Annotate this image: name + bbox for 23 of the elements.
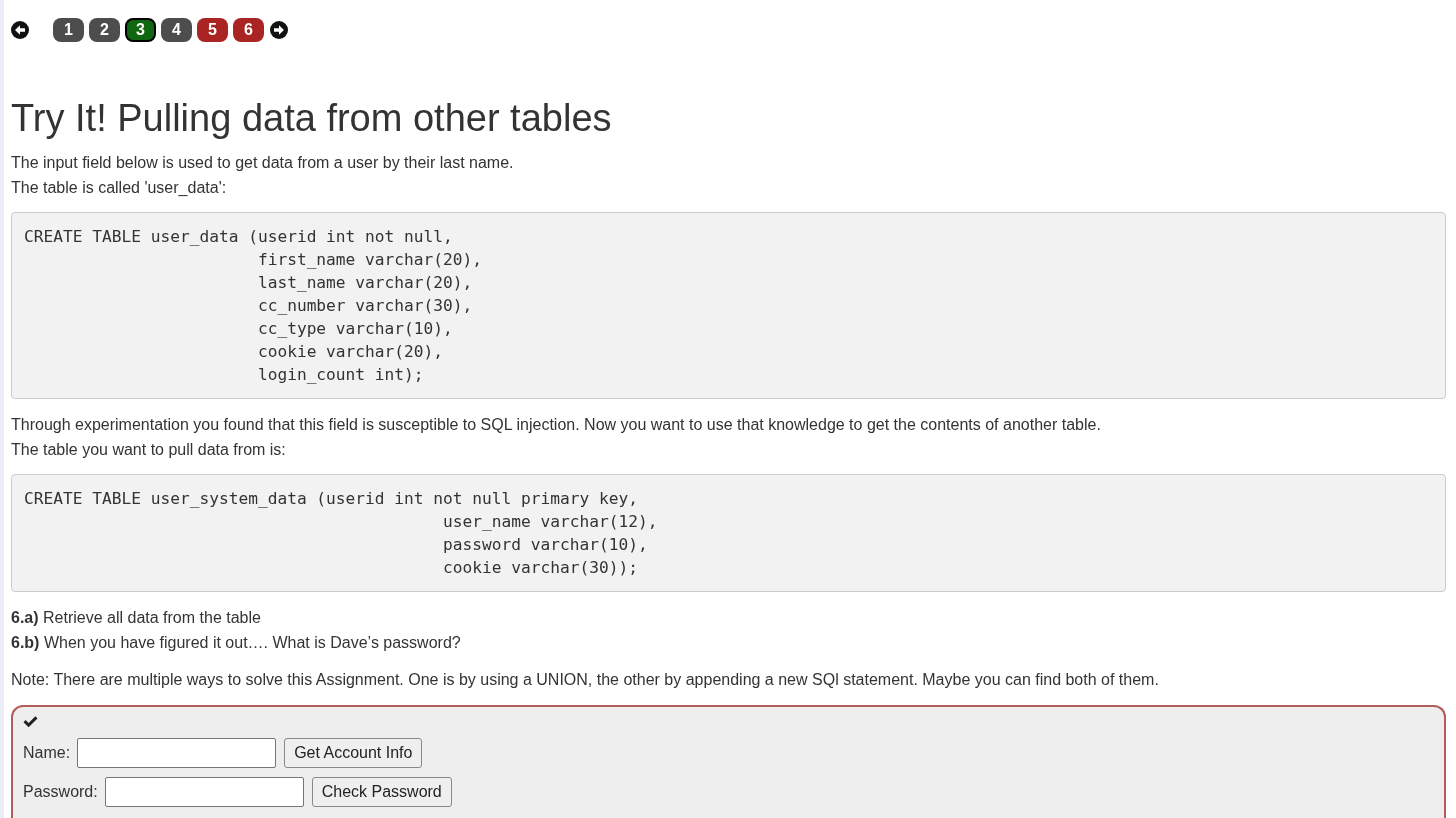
page-button[interactable]: 6 [233, 18, 264, 42]
input-field[interactable] [77, 737, 277, 768]
code-block: CREATE TABLE user_data (userid int not null, first_name varchar(20), last_name varchar(20), cc_number varchar(30), cc_type varchar(10), cookie varchar(20), login_count int); [11, 212, 1446, 399]
page-button[interactable]: 4 [161, 18, 192, 42]
page-button[interactable]: 2 [89, 18, 120, 42]
page-button[interactable]: 1 [53, 18, 84, 42]
note-text: Note: There are multiple ways to solve this Assignment. One is by using a UNION, the other by appending a new SQl statement. Maybe you can find both of them. [11, 670, 1160, 690]
check-icon [23, 715, 38, 728]
code-block: CREATE TABLE user_system_data (userid int not null primary key, user_name varchar(12), password varchar(10), cookie varchar(30)); [11, 474, 1446, 592]
task-text: 6.b) When you have figured it out…. What is Dave’s password? [11, 633, 462, 653]
page-button[interactable]: 5 [197, 18, 228, 42]
field-label: Name: [23, 743, 71, 763]
task-text: 6.a) Retrieve all data from the table [11, 608, 262, 628]
field-label: Password: [23, 782, 98, 802]
intro-text: The input field below is used to get data from a user by their last name. [11, 153, 515, 173]
page-heading: Try It! Pulling data from other tables [11, 96, 613, 141]
input-field[interactable] [104, 776, 304, 807]
form-button[interactable]: Get Account Info [284, 737, 423, 768]
intro-text: The table is called 'user_data': [11, 178, 228, 198]
description-text: The table you want to pull data from is: [11, 440, 287, 460]
form-button[interactable]: Check Password [311, 776, 452, 807]
description-text: Through experimentation you found that this field is susceptible to SQL injection. Now you want to use that knowledge to get the contents of another table. [11, 415, 1102, 435]
page-button[interactable]: 3 [125, 18, 156, 42]
